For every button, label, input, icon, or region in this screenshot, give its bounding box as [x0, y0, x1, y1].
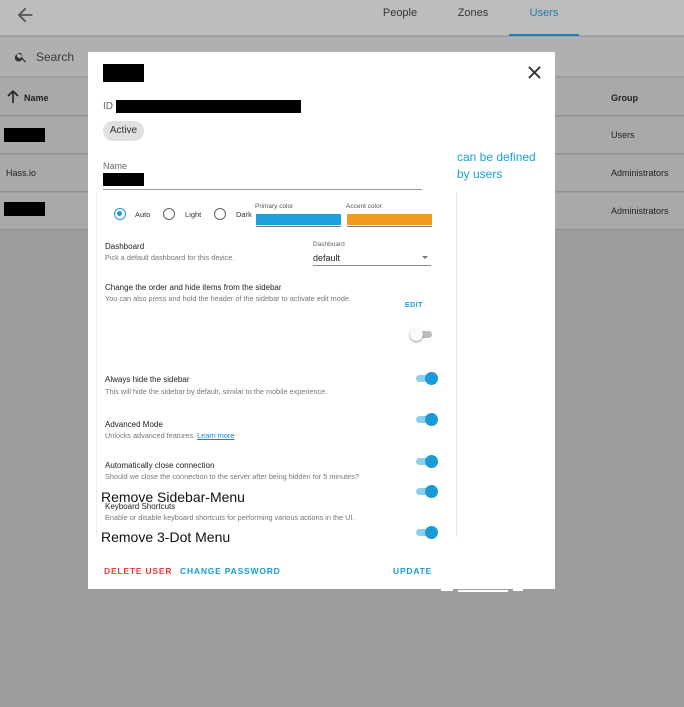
- arrow-left-icon[interactable]: [14, 4, 36, 26]
- radio-auto[interactable]: [114, 208, 126, 220]
- delete-user-button[interactable]: DELETE USER: [104, 566, 172, 576]
- update-button[interactable]: UPDATE: [393, 566, 432, 576]
- change-password-button[interactable]: CHANGE PASSWORD: [180, 566, 281, 576]
- column-header-group[interactable]: Group: [611, 93, 638, 103]
- arrow-up-icon[interactable]: [7, 90, 19, 104]
- overlay-fragment: [513, 589, 523, 591]
- accent-color-underline: [347, 226, 432, 227]
- remove-3-dot-menu-label: Remove 3-Dot Menu: [101, 529, 231, 545]
- setting-dashboard-title: Dashboard: [105, 242, 145, 251]
- primary-color-label: Primary color: [255, 203, 294, 210]
- setting-advanced-mode-desc: Unlocks advanced features. Learn more: [105, 431, 234, 440]
- tab-people[interactable]: People: [372, 0, 428, 36]
- remove-sidebar-menu-label: Remove Sidebar-Menu: [101, 489, 245, 505]
- setting-advanced-mode-title: Advanced Mode: [105, 420, 163, 429]
- name-field-underline: [103, 189, 422, 190]
- setting-keyboard-shortcuts-desc: Enable or disable keyboard shortcuts for…: [105, 513, 355, 522]
- row-group: Users: [611, 130, 635, 140]
- toggle-keyboard-shortcuts[interactable]: [414, 455, 438, 468]
- search-input[interactable]: Search: [36, 50, 74, 64]
- setting-auto-close-title: Automatically close connection: [105, 461, 215, 470]
- overlay-fragment: [441, 589, 453, 591]
- setting-sidebar-order-desc: You can also press and hold the header o…: [105, 294, 351, 303]
- row-name: Hass.io: [6, 168, 37, 178]
- toggle-advanced-mode[interactable]: [414, 372, 438, 385]
- toggle-auto-close[interactable]: [414, 413, 438, 426]
- user-detail-dialog: ID Active Name Auto Light Dark Primary c…: [88, 52, 555, 589]
- toggle-remove-3-dot-menu[interactable]: [414, 526, 438, 539]
- setting-hide-sidebar-desc: This will hide the sidebar by default, s…: [105, 387, 328, 396]
- search-icon: [14, 52, 27, 63]
- setting-dashboard-desc: Pick a default dashboard for this device…: [105, 253, 235, 262]
- overlay-fragment: [458, 590, 508, 592]
- status-badge: Active: [103, 121, 144, 141]
- redacted-name: [4, 128, 45, 142]
- advanced-mode-desc-text: Unlocks advanced features.: [105, 431, 196, 440]
- row-group: Administrators: [611, 206, 669, 216]
- toggle-hide-sidebar[interactable]: [410, 328, 434, 341]
- primary-color-swatch[interactable]: [256, 214, 341, 225]
- profile-settings-panel: Auto Light Dark Primary color Accent col…: [96, 192, 457, 537]
- annotation-text-line2: by users: [457, 167, 503, 181]
- primary-color-underline: [256, 226, 341, 227]
- radio-dark-label: Dark: [236, 210, 252, 219]
- redacted-name: [4, 202, 45, 216]
- dashboard-select[interactable]: default: [313, 253, 340, 263]
- row-group: Administrators: [611, 168, 669, 178]
- edit-sidebar-button[interactable]: EDIT: [405, 302, 423, 309]
- radio-light[interactable]: [163, 208, 175, 220]
- close-icon[interactable]: [528, 66, 541, 79]
- id-label: ID: [103, 101, 113, 112]
- dashboard-select-underline: [313, 265, 431, 266]
- column-header-name[interactable]: Name: [24, 93, 49, 103]
- learn-more-link[interactable]: Learn more: [197, 431, 234, 440]
- radio-auto-label: Auto: [135, 210, 151, 219]
- accent-color-swatch[interactable]: [347, 214, 432, 225]
- redacted-id: [116, 100, 301, 113]
- setting-hide-sidebar-title: Always hide the sidebar: [105, 375, 190, 384]
- redacted-username: [103, 64, 144, 82]
- redacted-name-value[interactable]: [103, 173, 144, 186]
- chevron-down-icon[interactable]: [422, 256, 428, 259]
- accent-color-label: Accent color: [346, 203, 382, 210]
- radio-light-label: Light: [185, 210, 202, 219]
- setting-auto-close-desc: Should we close the connection to the se…: [105, 472, 359, 481]
- name-field-label: Name: [103, 161, 128, 171]
- tab-zones[interactable]: Zones: [445, 0, 501, 36]
- top-app-bar: People Zones Users: [0, 0, 684, 36]
- tab-users[interactable]: Users: [509, 0, 579, 36]
- radio-dark[interactable]: [214, 208, 226, 220]
- toggle-remove-sidebar-menu[interactable]: [414, 485, 438, 498]
- dashboard-select-label: Dashboard: [313, 241, 345, 248]
- setting-sidebar-order-title: Change the order and hide items from the…: [105, 283, 282, 292]
- annotation-text-line1: can be defined: [457, 150, 536, 164]
